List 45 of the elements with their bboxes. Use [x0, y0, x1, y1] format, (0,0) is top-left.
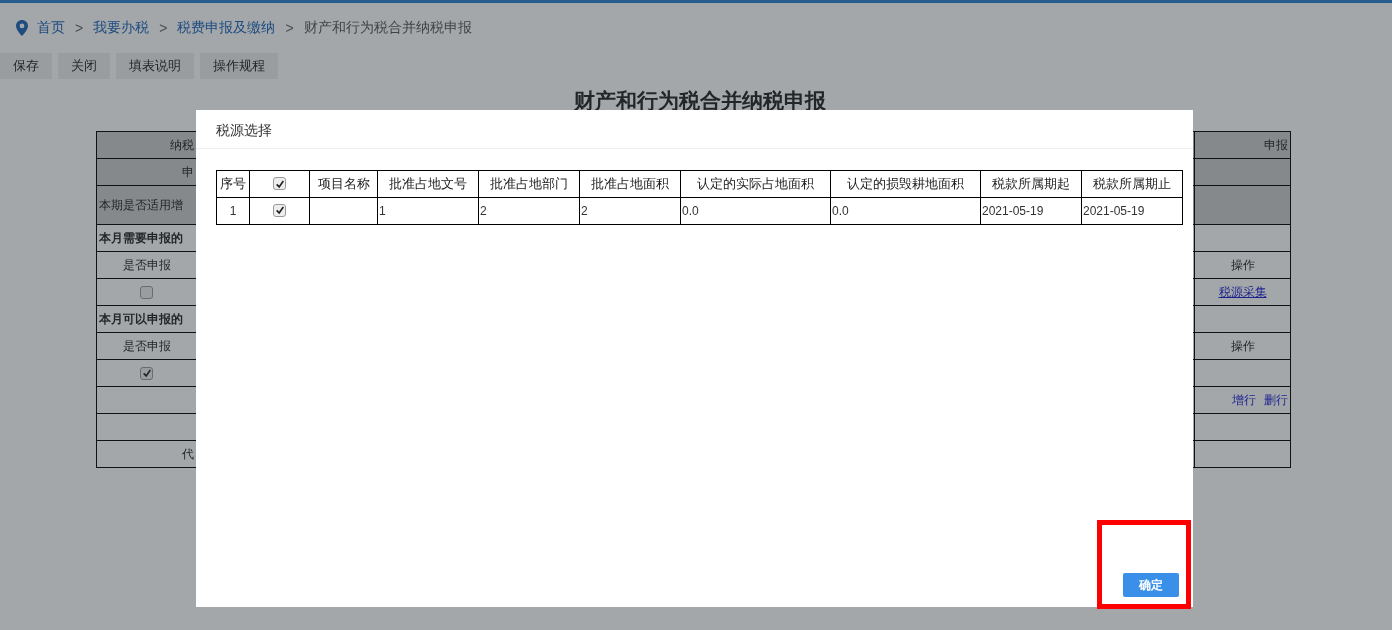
column-header: 认定的实际占地面积 [697, 176, 814, 191]
checkbox[interactable] [273, 177, 286, 190]
table-cell: 2021-05-19 [982, 204, 1044, 218]
column-header: 认定的损毁耕地面积 [847, 176, 964, 191]
location-pin-icon [16, 20, 28, 36]
form-label: 申报 [1194, 132, 1291, 158]
toolbar-button[interactable]: 保存 [0, 53, 52, 79]
table-cell: 0.0 [682, 204, 699, 218]
dialog-title: 税源选择 [196, 110, 1193, 149]
confirm-button[interactable]: 确定 [1123, 573, 1179, 597]
column-header: 批准占地面积 [591, 176, 669, 191]
column-header: 税款所属期止 [1093, 176, 1171, 191]
breadcrumb-current: 财产和行为税合并纳税申报 [303, 19, 472, 37]
breadcrumb-separator: > [75, 20, 84, 36]
table-cell: 1 [379, 204, 386, 218]
toolbar-button[interactable]: 填表说明 [116, 53, 194, 79]
row-number: 1 [229, 204, 237, 218]
column-header: 批准占地文号 [389, 176, 467, 191]
page-title: 财产和行为税合并纳税申报 [574, 89, 826, 112]
column-header: 税款所属期起 [992, 176, 1070, 191]
form-label: 本期是否适用增 [96, 186, 196, 224]
form-label: 纳税 [96, 132, 196, 158]
checkbox[interactable] [140, 285, 153, 299]
column-header: 操作 [1194, 252, 1291, 278]
table-cell: 2021-05-19 [1083, 204, 1145, 218]
delete-row-link[interactable]: 删行 [1264, 391, 1288, 409]
column-header: 序号 [220, 176, 246, 191]
breadcrumb-separator: > [285, 20, 294, 36]
breadcrumb-link[interactable]: 首页 [37, 19, 65, 37]
checkbox[interactable] [140, 366, 153, 380]
table-cell: 2 [581, 204, 588, 218]
table-cell: 2 [480, 204, 487, 218]
toolbar-button[interactable]: 关闭 [58, 53, 110, 79]
checkbox[interactable] [273, 203, 286, 217]
add-row-link[interactable]: 增行 [1232, 391, 1256, 409]
breadcrumb-link[interactable]: 税费申报及缴纳 [177, 19, 276, 37]
column-header: 项目名称 [317, 176, 370, 191]
column-header: 批准占地部门 [490, 176, 568, 191]
column-header: 操作 [1194, 333, 1291, 359]
breadcrumb-link[interactable]: 我要办税 [93, 19, 150, 37]
form-label: 申 [96, 159, 196, 185]
toolbar-button[interactable]: 操作规程 [200, 53, 278, 79]
tax-source-link[interactable]: 税源采集 [1218, 283, 1267, 301]
table-cell: 0.0 [832, 204, 849, 218]
breadcrumb-separator: > [159, 20, 168, 36]
